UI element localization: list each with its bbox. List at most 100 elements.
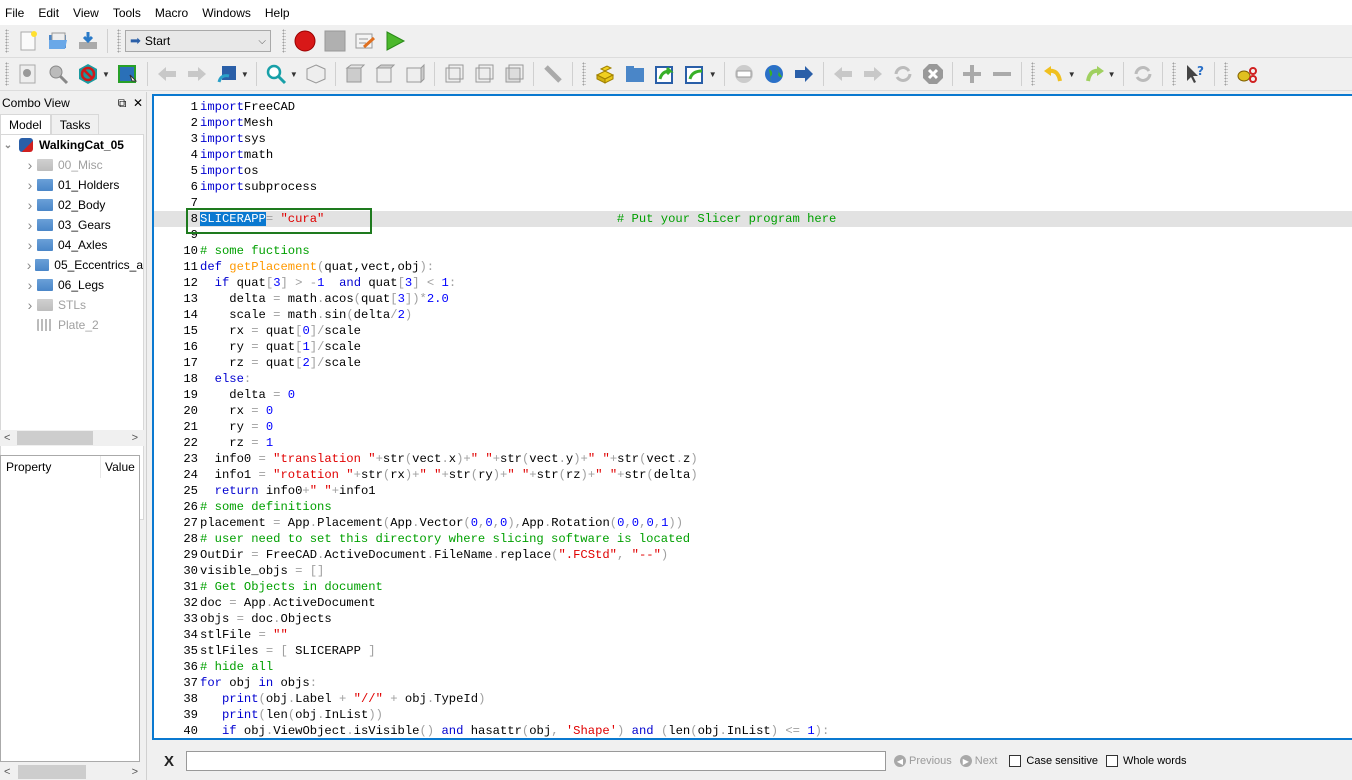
zoom-out-icon[interactable] — [989, 61, 1015, 87]
code-line[interactable]: 28 # user need to set this directory wher… — [154, 531, 1352, 547]
tree-item[interactable]: › 06_Legs — [1, 275, 143, 295]
tree-item[interactable]: › 02_Body — [1, 195, 143, 215]
checkbox-box[interactable] — [1009, 755, 1022, 767]
chevron-down-icon[interactable]: ⌄ — [1, 140, 15, 151]
code-line[interactable]: 38 print(obj.Label + "//" + obj.TypeId) — [154, 691, 1352, 707]
code-line[interactable]: 2 importMesh — [154, 115, 1352, 131]
code-line[interactable]: 7 — [154, 195, 1352, 211]
next-button[interactable]: ▶ Next — [959, 755, 997, 767]
tree-document-row[interactable]: ⌄ WalkingCat_05 — [1, 135, 143, 155]
code-line[interactable]: 6 importsubprocess — [154, 179, 1352, 195]
code-line[interactable]: 30 visible_objs = [] — [154, 563, 1352, 579]
sync-view-icon[interactable] — [214, 61, 240, 87]
chevron-right-icon[interactable]: › — [23, 157, 37, 173]
chevron-right-icon[interactable]: › — [23, 177, 37, 193]
chevron-right-icon[interactable]: › — [23, 297, 37, 313]
code-line[interactable]: 32 doc = App.ActiveDocument — [154, 595, 1352, 611]
workbench-select[interactable]: ➡ Start ⌵ — [125, 30, 271, 52]
code-area[interactable]: 1 importFreeCAD 2 importMesh 3 importsys 4 impo… — [154, 99, 1352, 738]
code-line[interactable]: 22 rz = 1 — [154, 435, 1352, 451]
bounding-box-icon[interactable] — [115, 61, 141, 87]
bottom-view-icon[interactable] — [471, 61, 497, 87]
scroll-right-icon[interactable]: > — [132, 766, 138, 778]
toolbar-grip[interactable] — [117, 29, 121, 53]
forward-icon[interactable] — [184, 61, 210, 87]
web-home-icon[interactable] — [731, 61, 757, 87]
edit-macro-icon[interactable] — [352, 28, 378, 54]
code-line[interactable]: 9 — [154, 227, 1352, 243]
web-forward-icon[interactable] — [860, 61, 886, 87]
code-line[interactable]: 1 importFreeCAD — [154, 99, 1352, 115]
whats-this-icon[interactable]: ? — [1182, 61, 1208, 87]
code-line[interactable]: 26 # some definitions — [154, 499, 1352, 515]
property-column-header[interactable]: Property — [1, 456, 101, 478]
tree-item[interactable]: › 05_Eccentrics_a — [1, 255, 143, 275]
scroll-left-icon[interactable]: < — [4, 432, 10, 444]
web-refresh-icon[interactable] — [890, 61, 916, 87]
code-line[interactable]: 27 placement = App.Placement(App.Vector(0… — [154, 515, 1352, 531]
code-line[interactable]: 40 if obj.ViewObject.isVisible() and has… — [154, 723, 1352, 738]
back-icon[interactable] — [154, 61, 180, 87]
record-macro-icon[interactable] — [292, 28, 318, 54]
draw-style-icon[interactable] — [75, 61, 101, 87]
previous-button[interactable]: ◀ Previous — [894, 755, 952, 767]
stop-macro-icon[interactable] — [322, 28, 348, 54]
code-line[interactable]: 21 ry = 0 — [154, 419, 1352, 435]
code-line[interactable]: 8 SLICERAPP= "cura" # Put your Slicer pro… — [154, 211, 1352, 227]
refresh-icon[interactable] — [1130, 61, 1156, 87]
code-line[interactable]: 36 # hide all — [154, 659, 1352, 675]
code-line[interactable]: 13 delta = math.acos(quat[3])*2.0 — [154, 291, 1352, 307]
code-line[interactable]: 20 rx = 0 — [154, 403, 1352, 419]
code-line[interactable]: 17 rz = quat[2]/scale — [154, 355, 1352, 371]
tree-item[interactable]: › 01_Holders — [1, 175, 143, 195]
draw-style-dropdown[interactable]: ▼ — [102, 70, 110, 79]
code-line[interactable]: 18 else: — [154, 371, 1352, 387]
fit-all-icon[interactable] — [15, 61, 41, 87]
open-folder-icon[interactable] — [45, 28, 71, 54]
code-line[interactable]: 37 for obj in objs: — [154, 675, 1352, 691]
float-panel-icon[interactable]: ⧉ — [114, 96, 130, 111]
addon-icon[interactable] — [1234, 61, 1260, 87]
macro-editor[interactable]: 1 importFreeCAD 2 importMesh 3 importsys 4 impo… — [152, 94, 1352, 740]
chevron-right-icon[interactable]: › — [23, 217, 37, 233]
link-actions-dropdown[interactable]: ▼ — [709, 70, 717, 79]
sync-view-dropdown[interactable]: ▼ — [241, 70, 249, 79]
toolbar-grip[interactable] — [1171, 62, 1176, 86]
zoom-dropdown[interactable]: ▼ — [290, 70, 298, 79]
zoom-icon[interactable] — [263, 61, 289, 87]
code-line[interactable]: 15 rx = quat[0]/scale — [154, 323, 1352, 339]
tree-item[interactable]: Plate_2 — [1, 315, 143, 335]
scrollbar-thumb[interactable] — [17, 431, 93, 445]
code-line[interactable]: 12 if quat[3] > -1 and quat[3] < 1: — [154, 275, 1352, 291]
scroll-left-icon[interactable]: < — [4, 766, 10, 778]
code-line[interactable]: 16 ry = quat[1]/scale — [154, 339, 1352, 355]
new-document-icon[interactable] — [15, 28, 41, 54]
find-input[interactable] — [186, 751, 886, 771]
case-sensitive-checkbox[interactable]: Case sensitive — [1009, 755, 1098, 767]
tab-tasks[interactable]: Tasks — [50, 114, 100, 134]
tree-item[interactable]: › 00_Misc — [1, 155, 143, 175]
code-line[interactable]: 24 info1 = "rotation "+str(rx)+" "+str(r… — [154, 467, 1352, 483]
scrollbar-thumb[interactable] — [18, 765, 86, 779]
isometric-icon[interactable] — [303, 61, 329, 87]
tree-item[interactable]: › 03_Gears — [1, 215, 143, 235]
property-horizontal-scrollbar[interactable]: < > — [0, 764, 144, 780]
whole-words-checkbox[interactable]: Whole words — [1105, 755, 1187, 767]
right-view-icon[interactable] — [402, 61, 428, 87]
redo-icon[interactable] — [1081, 61, 1107, 87]
tree-item[interactable]: › STLs — [1, 295, 143, 315]
code-line[interactable]: 4 importmath — [154, 147, 1352, 163]
fit-selection-icon[interactable] — [45, 61, 71, 87]
code-line[interactable]: 11 def getPlacement(quat,vect,obj): — [154, 259, 1352, 275]
menu-help[interactable]: Help — [265, 6, 290, 20]
tree-horizontal-scrollbar[interactable]: < > — [0, 430, 144, 446]
toolbar-grip[interactable] — [5, 62, 9, 86]
save-icon[interactable] — [75, 28, 101, 54]
chevron-right-icon[interactable]: › — [23, 197, 37, 213]
code-line[interactable]: 31 # Get Objects in document — [154, 579, 1352, 595]
value-column-header[interactable]: Value — [101, 460, 135, 474]
menu-edit[interactable]: Edit — [38, 6, 59, 20]
link-icon[interactable] — [652, 61, 678, 87]
left-view-icon[interactable] — [501, 61, 527, 87]
measure-icon[interactable] — [540, 61, 566, 87]
